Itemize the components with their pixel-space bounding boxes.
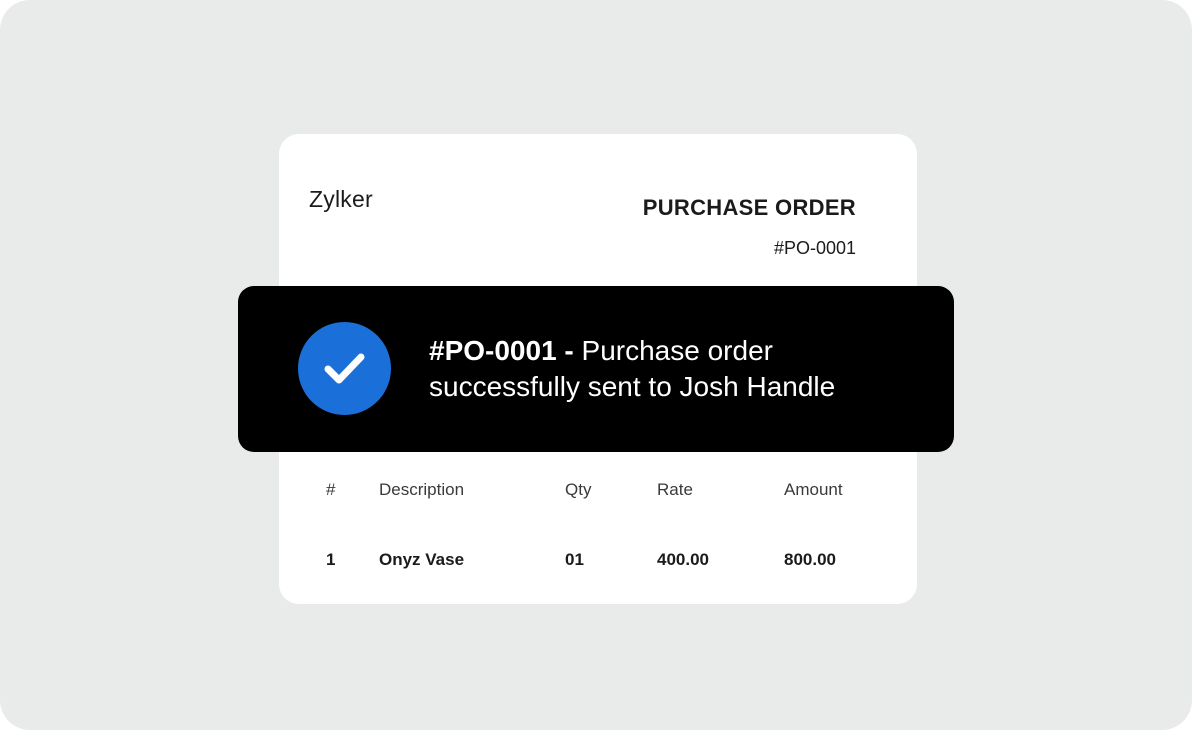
check-circle-icon [298, 322, 391, 415]
row-amount: 800.00 [784, 550, 836, 569]
row-qty: 01 [565, 550, 584, 569]
column-header-qty: Qty [565, 480, 592, 499]
column-header-rate: Rate [657, 480, 693, 499]
column-header-description: Description [379, 480, 465, 499]
document-title: PURCHASE ORDER [642, 195, 856, 220]
document-number: #PO-0001 [773, 238, 856, 258]
column-header-number: # [326, 480, 336, 499]
row-description: Onyz Vase [379, 550, 465, 569]
toast-po-number: #PO-0001 [429, 335, 557, 366]
row-number: 1 [326, 550, 336, 569]
row-rate: 400.00 [657, 550, 709, 569]
checkmark-icon [324, 353, 365, 384]
success-toast: #PO-0001 - Purchase order successfully s… [238, 286, 954, 452]
toast-separator: - [556, 335, 582, 366]
toast-message: #PO-0001 - Purchase order successfully s… [429, 333, 929, 405]
company-name: Zylker [309, 186, 373, 212]
column-header-amount: Amount [784, 480, 843, 499]
